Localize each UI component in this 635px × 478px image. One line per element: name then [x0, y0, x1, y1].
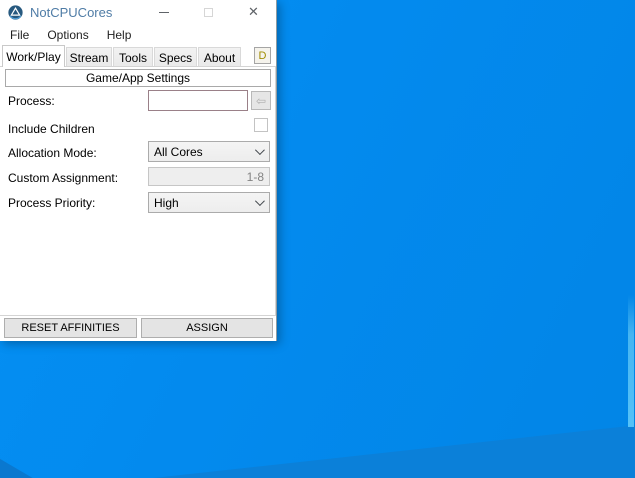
- include-children-checkbox[interactable]: [254, 118, 268, 132]
- tab-strip: Work/Play Stream Tools Specs About D: [0, 45, 276, 67]
- tab-stream[interactable]: Stream: [66, 47, 112, 67]
- tab-about[interactable]: About: [198, 47, 241, 67]
- chevron-down-icon: [254, 145, 265, 156]
- process-label: Process:: [8, 94, 55, 108]
- window-controls: ✕: [141, 0, 276, 24]
- reset-affinities-button[interactable]: RESET AFFINITIES: [4, 318, 137, 338]
- minimize-icon: [158, 11, 169, 13]
- group-header: Game/App Settings: [5, 69, 271, 87]
- tab-specs[interactable]: Specs: [154, 47, 197, 67]
- work-play-tab-page: Game/App Settings Process: ⇦ Include Chi…: [0, 66, 276, 316]
- process-priority-value: High: [154, 195, 179, 210]
- process-priority-label: Process Priority:: [8, 196, 96, 210]
- window-title: NotCPUCores: [30, 4, 113, 20]
- bottom-button-row: RESET AFFINITIES ASSIGN: [0, 316, 276, 341]
- donate-button[interactable]: D: [254, 47, 271, 64]
- assign-button[interactable]: ASSIGN: [141, 318, 273, 338]
- process-priority-select[interactable]: High: [148, 192, 270, 213]
- menu-file[interactable]: File: [1, 26, 38, 44]
- allocation-mode-select[interactable]: All Cores: [148, 141, 270, 162]
- include-children-label: Include Children: [8, 122, 95, 136]
- allocation-mode-value: All Cores: [154, 144, 203, 159]
- tab-work-play[interactable]: Work/Play: [2, 45, 65, 67]
- maximize-icon: [204, 7, 213, 17]
- menu-options[interactable]: Options: [38, 26, 97, 44]
- left-arrow-icon: ⇦: [255, 93, 267, 108]
- wallpaper-light-stripe: [628, 295, 634, 427]
- custom-assignment-label: Custom Assignment:: [8, 171, 119, 185]
- chevron-down-icon: [254, 196, 265, 207]
- custom-assignment-input: [148, 167, 270, 186]
- tab-tools[interactable]: Tools: [113, 47, 153, 67]
- titlebar[interactable]: NotCPUCores ✕: [0, 0, 276, 24]
- process-input[interactable]: [148, 90, 248, 111]
- app-logo-icon: [8, 4, 23, 20]
- close-icon: ✕: [248, 4, 259, 19]
- process-browse-button[interactable]: ⇦: [251, 91, 271, 110]
- notcpucores-window: NotCPUCores ✕ File Options Help Work/Pla…: [0, 0, 277, 341]
- minimize-button[interactable]: [141, 0, 186, 24]
- menu-bar: File Options Help: [0, 24, 276, 45]
- menu-help[interactable]: Help: [98, 26, 141, 44]
- allocation-mode-label: Allocation Mode:: [8, 146, 97, 160]
- maximize-button: [186, 0, 231, 24]
- close-button[interactable]: ✕: [231, 0, 276, 24]
